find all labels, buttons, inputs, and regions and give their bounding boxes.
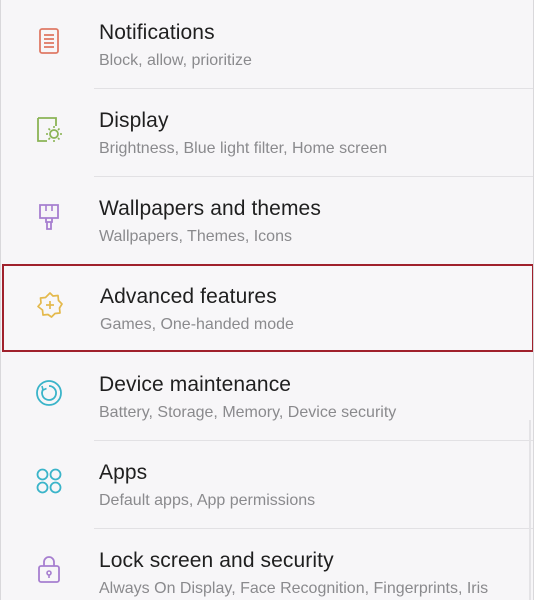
apps-grid-icon xyxy=(34,466,64,496)
settings-item-title: Apps xyxy=(99,461,148,484)
settings-item-title: Advanced features xyxy=(100,285,277,308)
settings-item-advanced-features[interactable]: Advanced features Games, One-handed mode xyxy=(2,264,533,352)
settings-item-subtitle: Games, One-handed mode xyxy=(100,316,294,333)
settings-item-subtitle: Default apps, App permissions xyxy=(99,492,316,509)
settings-item-notifications[interactable]: Notifications Block, allow, prioritize xyxy=(1,0,533,88)
lock-icon xyxy=(34,554,64,584)
scrollbar[interactable] xyxy=(529,420,531,600)
settings-item-title: Lock screen and security xyxy=(99,549,334,572)
settings-screen: Notifications Block, allow, prioritize D… xyxy=(0,0,534,600)
settings-item-subtitle: Block, allow, prioritize xyxy=(99,52,252,69)
settings-item-subtitle: Always On Display, Face Recognition, Fin… xyxy=(99,580,489,597)
settings-item-subtitle: Wallpapers, Themes, Icons xyxy=(99,228,292,245)
gear-plus-icon xyxy=(35,290,65,320)
settings-item-title: Display xyxy=(99,109,169,132)
settings-list: Notifications Block, allow, prioritize D… xyxy=(1,0,533,600)
settings-item-wallpapers-and-themes[interactable]: Wallpapers and themes Wallpapers, Themes… xyxy=(1,176,533,264)
settings-item-lock-screen-and-security[interactable]: Lock screen and security Always On Displ… xyxy=(1,528,533,600)
settings-item-title: Device maintenance xyxy=(99,373,292,396)
display-brightness-icon xyxy=(34,114,64,144)
settings-item-subtitle: Battery, Storage, Memory, Device securit… xyxy=(99,404,397,421)
settings-item-title: Notifications xyxy=(99,21,215,44)
refresh-circle-icon xyxy=(34,378,64,408)
settings-item-display[interactable]: Display Brightness, Blue light filter, H… xyxy=(1,88,533,176)
notifications-icon xyxy=(34,26,64,56)
settings-item-device-maintenance[interactable]: Device maintenance Battery, Storage, Mem… xyxy=(1,352,533,440)
paintbrush-icon xyxy=(34,202,64,232)
settings-item-subtitle: Brightness, Blue light filter, Home scre… xyxy=(99,140,388,157)
settings-item-title: Wallpapers and themes xyxy=(99,197,321,220)
settings-item-apps[interactable]: Apps Default apps, App permissions xyxy=(1,440,533,528)
